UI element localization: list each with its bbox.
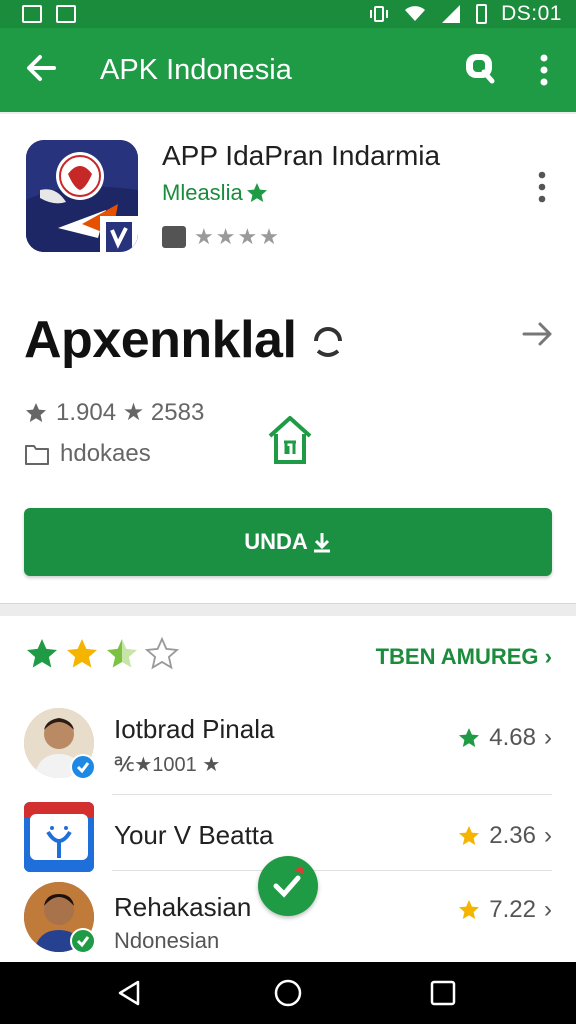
battery-icon (476, 4, 488, 24)
install-button[interactable]: UNDA (24, 508, 552, 576)
chevron-right-icon: › (544, 822, 552, 849)
verified-badge-icon (70, 928, 96, 954)
reviewer-name: Rehakasian (114, 892, 252, 922)
star-icon (26, 402, 46, 422)
avatar (24, 802, 94, 872)
category-row: hdokaes (24, 440, 151, 468)
chevron-right-icon: › (544, 644, 552, 669)
image-notification-icon (22, 5, 42, 23)
signal-icon (442, 5, 461, 23)
divider (112, 794, 552, 795)
search-icon[interactable] (462, 50, 498, 86)
arrow-right-icon[interactable] (520, 316, 556, 352)
star-full-icon (67, 639, 97, 668)
verify-fab-button[interactable] (258, 856, 318, 916)
see-all-link[interactable]: TBEN AMUREG › (376, 644, 552, 670)
developer-link[interactable]: Mleaslia (162, 180, 243, 206)
mail-notification-icon (56, 5, 76, 23)
stats-text: 1.904 ★ 2583 (56, 399, 205, 426)
app-detail-card: APP IdaPran Indarmia Mleaslia ★★★★ Apxen… (0, 114, 576, 604)
loading-icon (314, 327, 343, 357)
review-score: 4.68 › (457, 724, 552, 752)
editors-choice-star-icon (246, 183, 267, 202)
nav-back-icon[interactable] (114, 978, 144, 1008)
reviewer-sub: Ndonesian (114, 928, 220, 953)
review-score: 2.36 › (457, 822, 552, 850)
list-item[interactable]: Iotbrad Pinala ℀★1001 ★ 4.68 › (0, 700, 576, 782)
home-icon[interactable] (266, 414, 314, 466)
vibrate-icon (370, 6, 389, 22)
star-full-icon (27, 639, 57, 668)
download-icon (313, 533, 330, 553)
app-bar-title: APK Indonesia (100, 54, 292, 86)
review-score: 7.22 › (457, 896, 552, 924)
overall-rating-stars (24, 636, 180, 672)
star-icon (459, 900, 480, 919)
reviewer-name: Iotbrad Pinala (114, 714, 275, 744)
reviewer-sub: ℀★1001 ★ (114, 754, 221, 776)
download-stats: 1.904 ★ 2583 (24, 398, 204, 427)
folder-icon (25, 445, 49, 465)
small-rating-stars: ★★★★ (194, 224, 281, 249)
status-time: DS:01 (501, 2, 562, 25)
nav-home-icon[interactable] (273, 978, 303, 1008)
category-text: hdokaes (60, 440, 151, 467)
app-options-icon[interactable] (534, 170, 550, 204)
app-name: APP IdaPran Indarmia (162, 140, 441, 171)
app-bar: APK Indonesia (0, 28, 576, 112)
reviewer-name: Your V Beatta (114, 820, 274, 850)
section-title: Apxennklal (24, 310, 346, 370)
app-icon[interactable] (26, 140, 138, 252)
star-icon (459, 826, 480, 845)
reviews-card: TBEN AMUREG › Iotbrad Pinala ℀★1001 ★ 4.… (0, 616, 576, 962)
star-icon (459, 728, 480, 747)
wifi-icon (405, 6, 426, 21)
overflow-menu-icon[interactable] (534, 52, 554, 88)
percent-icon: ℀ (114, 754, 135, 776)
status-bar: DS:01 (0, 0, 576, 28)
chevron-right-icon: › (544, 724, 552, 751)
verified-badge-icon (70, 754, 96, 780)
back-arrow-icon[interactable] (22, 48, 62, 88)
star-empty-icon (144, 636, 180, 670)
divider (112, 870, 552, 871)
chevron-right-icon: › (544, 896, 552, 923)
system-nav-bar (0, 962, 576, 1024)
content-rating-icon (162, 226, 186, 248)
star-half-icon (107, 639, 137, 668)
nav-recents-icon[interactable] (428, 978, 458, 1008)
